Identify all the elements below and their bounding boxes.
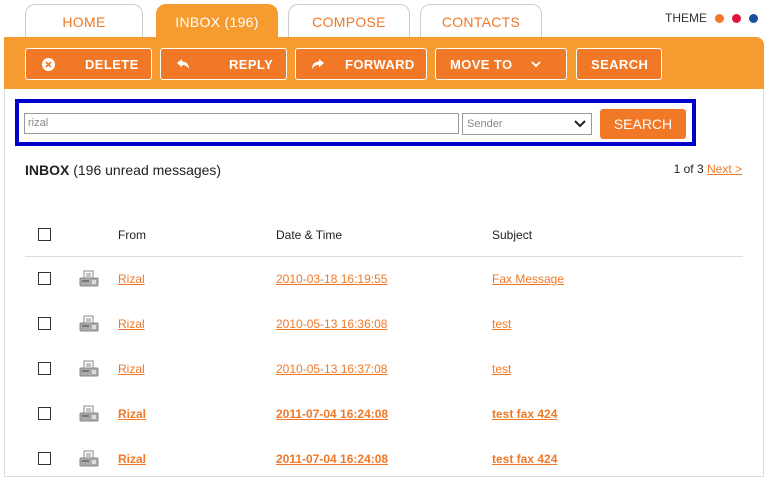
sender-link[interactable]: Rizal xyxy=(118,317,145,331)
datetime-link[interactable]: 2011-07-04 16:24:08 xyxy=(276,452,388,466)
theme-red-dot[interactable] xyxy=(732,13,741,23)
reply-label: REPLY xyxy=(229,56,274,72)
action-toolbar: DELETE REPLY FORWARD MOVE TO SEARCH xyxy=(4,37,764,89)
column-header-datetime: Date & Time xyxy=(276,228,343,242)
toolbar-search-button[interactable]: SEARCH xyxy=(576,48,662,80)
fax-machine-icon xyxy=(79,360,99,378)
theme-blue-dot[interactable] xyxy=(749,13,758,23)
tab-compose[interactable]: COMPOSE xyxy=(288,4,410,38)
column-header-from: From xyxy=(118,228,146,242)
move-to-label: MOVE TO xyxy=(450,56,513,72)
datetime-link[interactable]: 2010-05-13 16:37:08 xyxy=(276,362,387,376)
fax-machine-icon xyxy=(79,270,99,288)
datetime-link[interactable]: 2010-05-13 16:36:08 xyxy=(276,317,387,331)
subject-link[interactable]: test xyxy=(492,362,511,376)
search-field-value: Sender xyxy=(467,118,503,130)
tab-inbox[interactable]: INBOX (196) xyxy=(156,4,278,38)
row-checkbox[interactable] xyxy=(38,317,51,330)
chevron-down-icon xyxy=(528,60,544,68)
theme-label: THEME xyxy=(665,11,707,25)
close-circle-icon xyxy=(40,57,56,71)
delete-label: DELETE xyxy=(85,56,139,72)
reply-button[interactable]: REPLY xyxy=(160,48,287,80)
fax-machine-icon xyxy=(79,405,99,423)
main-tabs: HOME INBOX (196) COMPOSE CONTACTS THEME xyxy=(0,0,766,38)
pagination: 1 of 3 Next > xyxy=(674,162,742,176)
search-field-select[interactable]: Sender xyxy=(462,113,592,135)
row-checkbox[interactable] xyxy=(38,362,51,375)
row-checkbox[interactable] xyxy=(38,452,51,465)
row-checkbox[interactable] xyxy=(38,272,51,285)
delete-button[interactable]: DELETE xyxy=(25,48,152,80)
subject-link[interactable]: test xyxy=(492,317,511,331)
sender-link[interactable]: Rizal xyxy=(118,407,146,421)
chevron-down-icon xyxy=(573,117,587,131)
page-info: 1 of 3 xyxy=(673,162,704,176)
tab-contacts[interactable]: CONTACTS xyxy=(420,4,542,38)
datetime-link[interactable]: 2010-03-18 16:19:55 xyxy=(276,272,387,286)
forward-label: FORWARD xyxy=(345,56,415,72)
sender-link[interactable]: Rizal xyxy=(118,272,145,286)
search-input[interactable]: rizal xyxy=(24,113,459,134)
fax-machine-icon xyxy=(79,450,99,468)
select-all-checkbox[interactable] xyxy=(38,228,51,241)
inbox-title: INBOX (196 unread messages) xyxy=(25,162,221,178)
unread-count: (196 unread messages) xyxy=(73,162,222,178)
theme-orange-dot[interactable] xyxy=(715,13,724,23)
move-to-button[interactable]: MOVE TO xyxy=(435,48,567,80)
sender-link[interactable]: Rizal xyxy=(118,362,145,376)
search-button[interactable]: SEARCH xyxy=(600,109,686,139)
sender-link[interactable]: Rizal xyxy=(118,452,146,466)
subject-link[interactable]: test fax 424 xyxy=(492,407,557,421)
datetime-link[interactable]: 2011-07-04 16:24:08 xyxy=(276,407,388,421)
column-header-subject: Subject xyxy=(492,228,533,242)
subject-link[interactable]: Fax Message xyxy=(492,272,564,286)
row-checkbox[interactable] xyxy=(38,407,51,420)
header-divider xyxy=(25,256,743,257)
reply-arrow-icon xyxy=(175,58,191,70)
subject-link[interactable]: test fax 424 xyxy=(492,452,557,466)
next-page-link[interactable]: Next > xyxy=(707,162,742,176)
inbox-label: INBOX xyxy=(25,162,70,178)
fax-machine-icon xyxy=(79,315,99,333)
toolbar-search-label: SEARCH xyxy=(591,56,649,72)
forward-arrow-icon xyxy=(310,58,326,70)
theme-picker: THEME xyxy=(665,11,758,25)
tab-home[interactable]: HOME xyxy=(25,4,143,38)
forward-button[interactable]: FORWARD xyxy=(295,48,427,80)
